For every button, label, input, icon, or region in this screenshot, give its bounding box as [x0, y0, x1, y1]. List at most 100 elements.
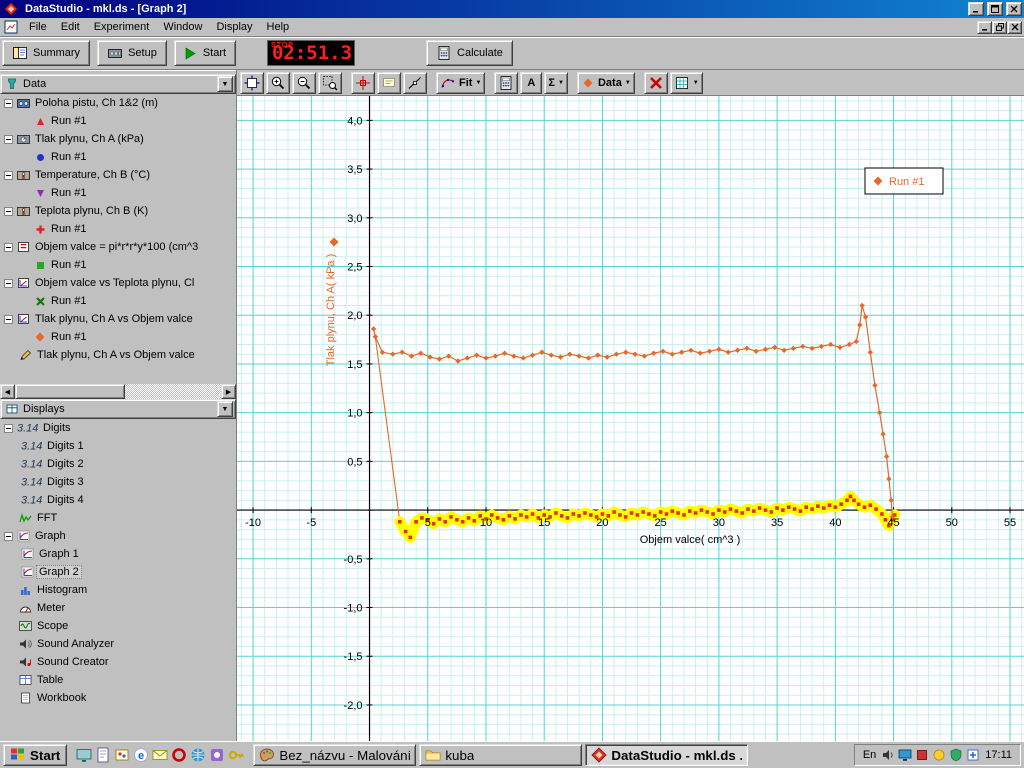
display-item[interactable]: Scope [0, 617, 236, 635]
expand-toggle-icon[interactable] [4, 532, 13, 541]
quicklaunch-icon-9[interactable] [228, 747, 244, 763]
menu-experiment[interactable]: Experiment [87, 19, 157, 35]
run-item[interactable]: Run #1 [0, 220, 236, 238]
taskbar-task-datastudio[interactable]: DataStudio - mkl.ds ... [585, 744, 748, 766]
quicklaunch-icon-5[interactable] [152, 747, 168, 763]
scroll-right-button[interactable]: ▶ [221, 384, 236, 399]
series-2[interactable] [371, 303, 895, 520]
tray-icon-1[interactable] [881, 748, 895, 762]
tray-icon-4[interactable] [932, 748, 946, 762]
zoom-select-button[interactable] [318, 72, 342, 94]
child-restore-button[interactable] [992, 21, 1007, 34]
data-item[interactable]: Objem valce vs Teplota plynu, Cl [0, 274, 236, 292]
data-item[interactable]: Temperature, Ch B (°C) [0, 166, 236, 184]
delete-button[interactable] [644, 72, 668, 94]
child-window-icon[interactable] [4, 20, 18, 34]
calculate-button[interactable]: Calculate [426, 40, 513, 66]
setup-button[interactable]: Setup [97, 40, 167, 66]
data-panel-dropdown-button[interactable]: ▼ [217, 76, 233, 92]
slope-tool-button[interactable] [403, 72, 427, 94]
quicklaunch-icon-7[interactable] [190, 747, 206, 763]
data-item[interactable]: Tlak plynu, Ch A vs Objem valce [0, 310, 236, 328]
displays-panel-dropdown-button[interactable]: ▼ [217, 401, 233, 417]
expand-toggle-icon[interactable] [4, 135, 13, 144]
display-item[interactable]: FFT [0, 509, 236, 527]
quicklaunch-icon-8[interactable] [209, 747, 225, 763]
tray-icon-5[interactable] [949, 748, 963, 762]
scrollbar-track[interactable] [15, 384, 221, 399]
zoom-out-button[interactable] [292, 72, 316, 94]
run-item[interactable]: Run #1 [0, 184, 236, 202]
display-item[interactable]: 3.14Digits 1 [0, 437, 236, 455]
legend[interactable]: Run #1 [865, 168, 943, 194]
run-item[interactable]: Run #1 [0, 112, 236, 130]
statistics-button[interactable]: Σ▼ [544, 72, 568, 94]
calculator-button[interactable] [494, 72, 518, 94]
expand-toggle-icon[interactable] [4, 279, 13, 288]
grid-settings-button[interactable]: ▼ [670, 72, 703, 94]
display-item[interactable]: Workbook [0, 689, 236, 707]
display-item[interactable]: Meter [0, 599, 236, 617]
scrollbar-thumb[interactable] [15, 384, 125, 399]
display-item[interactable]: Table [0, 671, 236, 689]
expand-toggle-icon[interactable] [4, 424, 13, 433]
start-button[interactable]: Start [174, 40, 236, 66]
display-item[interactable]: 3.14Digits 4 [0, 491, 236, 509]
tray-icon-2[interactable] [898, 748, 912, 762]
series-1[interactable] [398, 495, 897, 540]
display-item[interactable]: Sound Analyzer [0, 635, 236, 653]
run-item[interactable]: Run #1 [0, 256, 236, 274]
expand-toggle-icon[interactable] [4, 315, 13, 324]
run-item[interactable]: Run #1 [0, 148, 236, 166]
smart-tool-button[interactable] [351, 72, 375, 94]
data-item[interactable]: =Objem valce = pi*r*r*y*100 (cm^3 [0, 238, 236, 256]
start-menu-button[interactable]: Start [3, 744, 67, 766]
menu-display[interactable]: Display [209, 19, 259, 35]
expand-toggle-icon[interactable] [4, 243, 13, 252]
data-item[interactable]: Tlak plynu, Ch A vs Objem valce [0, 346, 236, 364]
minimize-button[interactable] [968, 2, 984, 16]
menu-help[interactable]: Help [260, 19, 297, 35]
data-tree-hscrollbar[interactable]: ◀ ▶ [0, 384, 236, 399]
series-0[interactable] [375, 337, 400, 522]
menu-window[interactable]: Window [156, 19, 209, 35]
run-item[interactable]: Run #1 [0, 328, 236, 346]
quicklaunch-icon-2[interactable] [95, 747, 111, 763]
quicklaunch-icon-1[interactable] [76, 747, 92, 763]
expand-toggle-icon[interactable] [4, 171, 13, 180]
display-item[interactable]: Sound Creator [0, 653, 236, 671]
quicklaunch-icon-6[interactable] [171, 747, 187, 763]
fit-menu-button[interactable]: Fit▼ [436, 72, 485, 94]
expand-toggle-icon[interactable] [4, 99, 13, 108]
taskbar-task-folder[interactable]: kuba [419, 744, 582, 766]
data-item[interactable]: Poloha pistu, Ch 1&2 (m) [0, 94, 236, 112]
text-tool-button[interactable]: A [520, 72, 542, 94]
menu-edit[interactable]: Edit [54, 19, 87, 35]
maximize-button[interactable] [987, 2, 1003, 16]
close-button[interactable] [1006, 2, 1022, 16]
menu-file[interactable]: File [22, 19, 54, 35]
expand-toggle-icon[interactable] [4, 207, 13, 216]
language-indicator[interactable]: En [863, 749, 876, 761]
display-item[interactable]: 3.14Digits [0, 419, 236, 437]
data-menu-button[interactable]: Data▼ [577, 72, 635, 94]
scale-to-fit-button[interactable] [240, 72, 264, 94]
child-minimize-button[interactable] [977, 21, 992, 34]
child-close-button[interactable] [1007, 21, 1022, 34]
display-item[interactable]: Graph 2 [0, 563, 236, 581]
summary-button[interactable]: Summary [2, 40, 90, 66]
note-tool-button[interactable] [377, 72, 401, 94]
quicklaunch-icon-4[interactable]: e [133, 747, 149, 763]
quicklaunch-icon-3[interactable] [114, 747, 130, 763]
data-item[interactable]: Teplota plynu, Ch B (K) [0, 202, 236, 220]
display-item[interactable]: 3.14Digits 3 [0, 473, 236, 491]
data-item[interactable]: Tlak plynu, Ch A (kPa) [0, 130, 236, 148]
tray-icon-3[interactable] [915, 748, 929, 762]
taskbar-task-paint[interactable]: Bez_názvu - Malování [253, 744, 416, 766]
zoom-in-button[interactable] [266, 72, 290, 94]
chart-plot[interactable]: -10-55101520253035404550554,03,53,02,52,… [237, 96, 1024, 741]
display-item[interactable]: Histogram [0, 581, 236, 599]
scroll-left-button[interactable]: ◀ [0, 384, 15, 399]
run-item[interactable]: Run #1 [0, 292, 236, 310]
display-item[interactable]: Graph [0, 527, 236, 545]
